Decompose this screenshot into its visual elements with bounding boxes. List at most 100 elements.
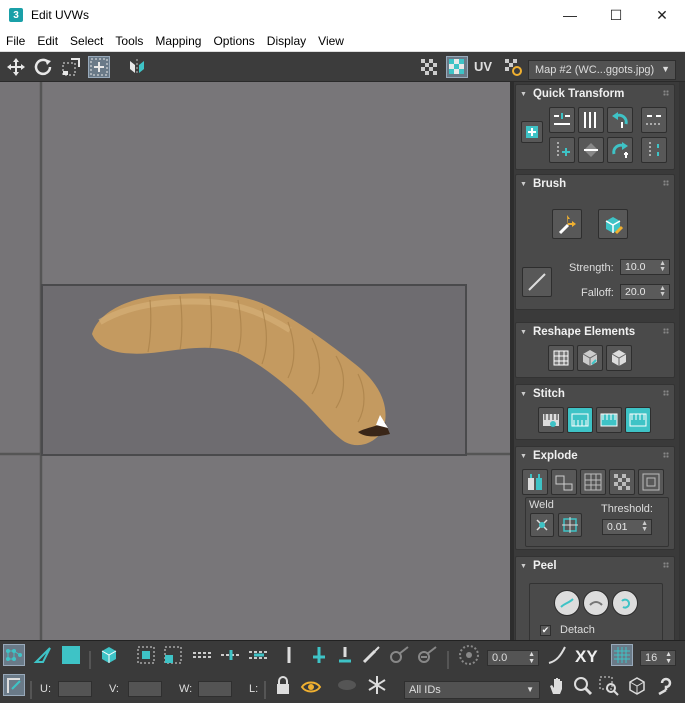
explode-by-polygon-button[interactable] xyxy=(551,469,577,495)
flatten-by-smoothing-button[interactable] xyxy=(580,469,606,495)
detach-checkbox[interactable]: ✔ xyxy=(540,625,551,636)
rollout-header-peel[interactable]: ▼ Peel xyxy=(516,557,674,575)
separator xyxy=(89,651,91,669)
stitch-average-button[interactable] xyxy=(596,407,622,433)
stitch-to-target-button[interactable] xyxy=(567,407,593,433)
menu-tools[interactable]: Tools xyxy=(109,34,149,48)
align-vertical-button[interactable] xyxy=(578,107,604,133)
align-cross-button[interactable] xyxy=(549,137,575,163)
close-button[interactable]: ✕ xyxy=(639,0,685,30)
space-horizontal-button[interactable] xyxy=(641,107,667,133)
stitch-element-button[interactable] xyxy=(606,345,632,371)
minimize-button[interactable]: — xyxy=(547,0,593,30)
straighten-selection-button[interactable] xyxy=(548,345,574,371)
zoom-region-icon[interactable] xyxy=(598,675,620,697)
align-horizontal-button[interactable] xyxy=(549,107,575,133)
paint-select-grow-icon[interactable] xyxy=(388,644,410,666)
u-field[interactable] xyxy=(58,681,92,697)
relax-brush-button[interactable] xyxy=(598,209,628,239)
vertex-mode-icon[interactable] xyxy=(3,644,25,666)
menu-options[interactable]: Options xyxy=(207,34,260,48)
rollout-header-quick-transform[interactable]: ▼ Quick Transform xyxy=(516,85,674,103)
freeze-preview-icon[interactable] xyxy=(336,674,358,696)
straighten-button[interactable] xyxy=(578,137,604,163)
space-vertical-button[interactable] xyxy=(641,137,667,163)
ring-select-icon[interactable] xyxy=(220,644,242,666)
paint-select-shrink-icon[interactable] xyxy=(416,644,438,666)
rollout-header-explode[interactable]: ▼ Explode xyxy=(516,447,674,465)
flatten-custom-button[interactable] xyxy=(638,469,664,495)
rotate-icon[interactable] xyxy=(32,56,54,78)
menu-display[interactable]: Display xyxy=(261,34,312,48)
menu-view[interactable]: View xyxy=(312,34,350,48)
grid-size-field[interactable]: 16 ▲ ▼ xyxy=(640,650,676,666)
rotate-ccw-button[interactable] xyxy=(607,107,633,133)
checker-pattern-icon[interactable] xyxy=(418,56,440,78)
rotation-angle-field[interactable]: 0.0 ▲ ▼ xyxy=(487,650,539,666)
reset-peel-button[interactable] xyxy=(612,590,638,616)
menu-select[interactable]: Select xyxy=(64,34,109,48)
maximize-button[interactable]: ☐ xyxy=(593,0,639,30)
grid-snap-icon[interactable] xyxy=(611,644,633,666)
point-select-icon[interactable] xyxy=(278,644,300,666)
v-field[interactable] xyxy=(128,681,162,697)
show-map-icon[interactable] xyxy=(446,56,468,78)
zoom-icon[interactable] xyxy=(572,675,594,697)
help-icon[interactable] xyxy=(655,675,677,697)
falloff-curve-icon[interactable] xyxy=(546,644,568,666)
map-settings-icon[interactable] xyxy=(502,56,524,78)
material-ids-dropdown[interactable]: All IDs ▼ xyxy=(404,681,540,699)
menu-edit[interactable]: Edit xyxy=(31,34,64,48)
strength-spinner[interactable]: 10.0 ▲ ▼ xyxy=(620,259,670,275)
relax-button[interactable] xyxy=(577,345,603,371)
stitch-custom-button[interactable] xyxy=(538,407,564,433)
shrink-loop-icon[interactable] xyxy=(334,644,356,666)
rollout-header-brush[interactable]: ▼ Brush xyxy=(516,175,674,193)
edge-loop-icon[interactable] xyxy=(248,644,270,666)
flatten-by-material-button[interactable] xyxy=(609,469,635,495)
weld-selected-button[interactable] xyxy=(530,513,554,537)
uv-viewport[interactable] xyxy=(0,82,510,640)
stitch-to-source-button[interactable] xyxy=(625,407,651,433)
menu-mapping[interactable]: Mapping xyxy=(149,34,207,48)
rollout-header-stitch[interactable]: ▼ Stitch xyxy=(516,385,674,403)
paint-select-icon[interactable] xyxy=(360,644,382,666)
polygon-mode-icon[interactable] xyxy=(60,644,82,666)
zoom-extents-icon[interactable] xyxy=(626,675,648,697)
paint-move-button[interactable] xyxy=(552,209,582,239)
grow-loop-icon[interactable] xyxy=(308,644,330,666)
shrink-selection-icon[interactable] xyxy=(162,644,184,666)
edge-mode-icon[interactable] xyxy=(32,644,54,666)
threshold-spinner[interactable]: 0.01 ▲ ▼ xyxy=(602,519,652,535)
w-field[interactable] xyxy=(198,681,232,697)
element-mode-icon[interactable] xyxy=(98,644,120,666)
absolute-offset-icon[interactable] xyxy=(3,674,25,696)
brush-falloff-button[interactable] xyxy=(522,267,552,297)
falloff-spinner[interactable]: 20.0 ▲ ▼ xyxy=(620,284,670,300)
rotate-cw-button[interactable] xyxy=(607,137,633,163)
uv-canvas[interactable] xyxy=(0,82,510,640)
scale-icon[interactable] xyxy=(60,56,82,78)
hide-icon[interactable] xyxy=(300,674,322,696)
panel-scrollbar[interactable] xyxy=(679,82,685,640)
freeform-icon[interactable] xyxy=(88,56,110,78)
separator xyxy=(30,681,32,699)
xy-space-toggle[interactable]: XY xyxy=(575,647,598,667)
snowflake-freeze-icon[interactable] xyxy=(366,674,388,696)
uv-label[interactable]: UV xyxy=(474,59,492,74)
peel-mode-button[interactable] xyxy=(583,590,609,616)
loop-select-icon[interactable] xyxy=(192,644,214,666)
grow-selection-icon[interactable] xyxy=(135,644,157,666)
menu-file[interactable]: File xyxy=(0,34,31,48)
move-icon[interactable] xyxy=(5,56,27,78)
quick-peel-button[interactable] xyxy=(554,590,580,616)
lock-icon[interactable] xyxy=(272,674,294,696)
mirror-icon[interactable] xyxy=(126,56,148,78)
soft-selection-icon[interactable] xyxy=(458,644,480,666)
weld-target-button[interactable] xyxy=(558,513,582,537)
set-pivot-button[interactable] xyxy=(521,121,543,143)
pan-hand-icon[interactable] xyxy=(546,675,568,697)
map-selector-dropdown[interactable]: Map #2 (WC...ggots.jpg) ▼ xyxy=(528,60,676,80)
rollout-header-reshape-elements[interactable]: ▼ Reshape Elements xyxy=(516,323,674,341)
break-button[interactable] xyxy=(522,469,548,495)
